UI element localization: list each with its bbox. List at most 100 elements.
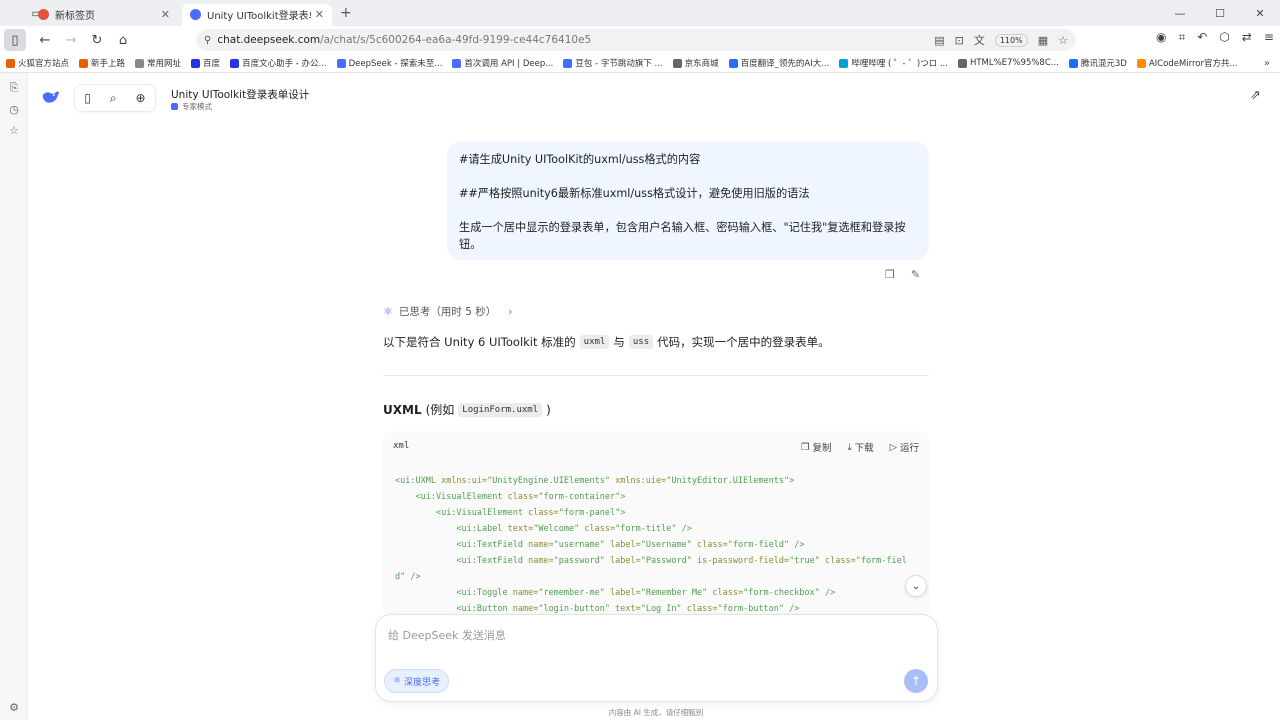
back-icon[interactable]: ←	[34, 29, 56, 51]
bookmark-label: AICodeMirror官方共...	[1148, 59, 1238, 69]
more-bookmarks-icon[interactable]: »	[1264, 58, 1270, 69]
share-icon[interactable]: ⇗	[1250, 88, 1261, 103]
menu-icon[interactable]: ≡	[1264, 30, 1274, 45]
download-button[interactable]: ⤓ 下载	[847, 440, 873, 455]
bookmark-favicon-icon	[191, 58, 201, 68]
bookmark-item[interactable]: 百度文心助手 - 办公...	[230, 57, 327, 69]
home-icon[interactable]: ⌂	[112, 29, 134, 51]
deep-think-label: 深度思考	[404, 677, 441, 688]
tab-new-tab[interactable]: 新标签页 ✕	[30, 4, 178, 26]
extensions-grid-icon[interactable]: ▦	[1038, 34, 1048, 47]
bookmark-favicon-icon	[672, 58, 682, 68]
tab-deepseek[interactable]: Unity UIToolkit登录表单设计 · ✕	[182, 3, 332, 26]
bookmark-item[interactable]: 豆包 - 字节跳动旗下 ...	[563, 57, 663, 69]
bookmark-favicon-icon	[1136, 58, 1146, 68]
translate-icon[interactable]: 文	[974, 32, 985, 48]
run-button[interactable]: ▷ 运行	[890, 440, 919, 455]
bookmark-item[interactable]: 百度	[191, 57, 220, 69]
maximize-icon[interactable]: ☐	[1200, 0, 1240, 26]
intro-text: 代码，实现一个居中的登录表单。	[657, 335, 830, 349]
bookmark-favicon-icon	[230, 58, 240, 68]
url-host: chat.deepseek.com	[217, 34, 321, 46]
reload-icon[interactable]: ↻	[86, 29, 108, 51]
user-message-bubble: #请生成Unity UIToolKit的uxml/uss格式的内容 ##严格按照…	[447, 141, 929, 260]
tab-title: 新标签页	[55, 11, 95, 22]
scroll-to-bottom-button[interactable]: ⌄	[905, 575, 927, 597]
minimize-icon[interactable]: —	[1160, 0, 1200, 26]
bookmarks-icon[interactable]: ☆	[0, 124, 28, 137]
intro-text: 以下是符合 Unity 6 UIToolkit 标准的	[383, 335, 576, 349]
bookmark-item[interactable]: 新手上路	[79, 57, 125, 69]
copy-icon[interactable]: ❐	[885, 268, 895, 281]
close-tab-icon[interactable]: ✕	[161, 8, 170, 21]
history-icon[interactable]: ◷	[0, 103, 28, 116]
crop-icon[interactable]: ⌗	[1178, 30, 1185, 45]
bookmark-label: HTML%E7%95%8C...	[969, 58, 1059, 68]
pocket-icon[interactable]: ⎘	[0, 81, 28, 95]
send-button[interactable]: ↑	[904, 669, 928, 693]
sync-icon[interactable]: ⇄	[1242, 30, 1252, 45]
bookmark-item[interactable]: 首次调用 API | Deep...	[452, 57, 553, 69]
new-chat-icon[interactable]: ⊕	[135, 91, 145, 105]
bookmark-label: 豆包 - 字节跳动旗下 ...	[575, 59, 663, 69]
close-tab-icon[interactable]: ✕	[315, 8, 324, 21]
bookmark-item[interactable]: 腾讯混元3D	[1068, 57, 1127, 69]
account-icon[interactable]: ◉	[1156, 30, 1166, 45]
bookmark-label: 百度翻译_领先的AI大...	[740, 59, 830, 69]
bookmark-label: 京东商城	[684, 59, 719, 69]
code-header: xml ❐ 复制 ⤓ 下载 ▷ 运行	[383, 431, 929, 461]
bookmark-item[interactable]: HTML%E7%95%8C...	[957, 58, 1059, 68]
thought-toggle[interactable]: ⚛ 已思考（用时 5 秒） ›	[383, 304, 512, 319]
browser-tab-bar: ▭ 新标签页 ✕ Unity UIToolkit登录表单设计 · ✕ + — ☐…	[0, 0, 1280, 26]
bookmark-favicon-icon	[135, 58, 145, 68]
bookmark-favicon-icon	[1068, 58, 1078, 68]
search-icon[interactable]: ⌕	[110, 91, 117, 106]
app-toolbar: ▯ ⌕ ⊕	[74, 84, 156, 112]
deepseek-logo-icon[interactable]	[40, 86, 62, 108]
bookmark-favicon-icon	[336, 58, 346, 68]
bookmark-item[interactable]: 京东商城	[672, 57, 719, 69]
ai-disclaimer: 内容由 AI 生成，请仔细甄别	[608, 708, 704, 717]
bookmark-item[interactable]: 哔哩哔哩 ( ゜- ゜)つロ ...	[839, 57, 948, 69]
chevron-right-icon: ›	[508, 305, 513, 318]
section-heading: UXML (例如 LoginForm.uxml )	[383, 401, 551, 418]
url-path: /a/chat/s/5c600264-ea6a-49fd-9199-ce44c7…	[320, 34, 592, 46]
deep-think-button[interactable]: ⚛ 深度思考	[384, 669, 450, 693]
code-line: <ui:VisualElement class="form-container"…	[415, 492, 626, 502]
reader-icon[interactable]: ▤	[934, 34, 944, 47]
new-tab-icon[interactable]: +	[340, 5, 352, 21]
bookmark-item[interactable]: AICodeMirror官方共...	[1136, 57, 1238, 69]
thinking-icon: ⚛	[383, 305, 393, 318]
firefox-icon	[38, 9, 49, 20]
screenshot-icon[interactable]: ⊡	[955, 34, 964, 47]
section-paren: (例如	[425, 403, 455, 417]
copy-icon: ❐	[800, 441, 810, 453]
bookmark-star-icon[interactable]: ☆	[1058, 34, 1068, 47]
code-language: xml	[393, 441, 410, 451]
site-info-icon[interactable]: ⚲	[204, 35, 211, 46]
close-window-icon[interactable]: ✕	[1240, 0, 1280, 26]
bookmark-item[interactable]: 百度翻译_领先的AI大...	[728, 57, 830, 69]
bookmark-item[interactable]: 常用网址	[135, 57, 181, 69]
url-bar[interactable]: ⚲ chat.deepseek.com /a/chat/s/5c600264-e…	[196, 29, 1076, 51]
bookmark-label: 首次调用 API | Deep...	[464, 59, 554, 69]
address-toolbar: ▯ ← → ↻ ⌂ ⚲ chat.deepseek.com /a/chat/s/…	[0, 26, 1280, 54]
sidebar-toggle-icon[interactable]: ▯	[4, 29, 26, 51]
code-body[interactable]: <ui:UXML xmlns:ui="UnityEngine.UIElement…	[383, 461, 929, 617]
copy-code-button[interactable]: ❐ 复制	[800, 440, 832, 455]
zoom-level[interactable]: 110%	[994, 33, 1028, 47]
bookmarks-bar: 火狐官方站点 新手上路 常用网址 百度 百度文心助手 - 办公... DeepSeek -…	[0, 54, 1280, 73]
bookmark-favicon-icon	[563, 58, 573, 68]
bookmark-favicon-icon	[957, 58, 967, 68]
extension-icon[interactable]: ⬡	[1219, 30, 1229, 45]
run-label: 运行	[899, 443, 919, 454]
undo-icon[interactable]: ↶	[1197, 30, 1207, 45]
browser-sidebar: ⎘ ◷ ☆ ⚙	[0, 73, 28, 720]
forward-icon[interactable]: →	[60, 29, 82, 51]
edit-icon[interactable]: ✎	[911, 268, 920, 281]
toggle-sidebar-icon[interactable]: ▯	[84, 91, 91, 105]
bookmark-item[interactable]: 火狐官方站点	[6, 57, 69, 69]
code-line: <ui:UXML xmlns:ui="UnityEngine.UIElement…	[395, 476, 795, 486]
message-input[interactable]: 给 DeepSeek 发送消息	[388, 627, 506, 643]
bookmark-item[interactable]: DeepSeek - 探索未至...	[336, 57, 442, 69]
